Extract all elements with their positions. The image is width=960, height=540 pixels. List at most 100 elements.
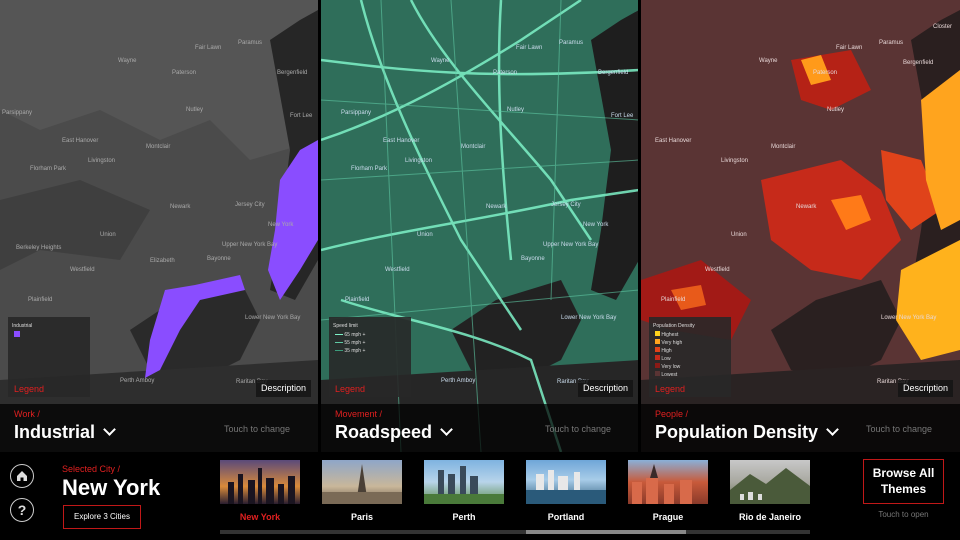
svg-text:Bayonne: Bayonne xyxy=(207,256,231,262)
theme-name[interactable]: Population Density xyxy=(655,422,839,443)
svg-text:Newark: Newark xyxy=(796,204,817,210)
theme-selector-roadspeed[interactable]: Movement / Roadspeed Touch to change xyxy=(321,404,639,452)
svg-text:Closter: Closter xyxy=(933,24,952,30)
selected-city-label: Selected City / xyxy=(62,464,121,474)
browse-all-themes-button[interactable]: Browse All Themes xyxy=(863,459,944,504)
theme-name[interactable]: Roadspeed xyxy=(335,422,453,443)
city-card-prague[interactable]: Prague xyxy=(628,460,708,522)
svg-text:Fair Lawn: Fair Lawn xyxy=(836,45,862,51)
svg-text:Newark: Newark xyxy=(170,204,191,210)
browse-hint: Touch to open xyxy=(878,510,929,519)
svg-text:Montclair: Montclair xyxy=(771,144,795,150)
svg-text:Westfield: Westfield xyxy=(70,267,95,273)
legend-title: Speed limit xyxy=(333,323,358,329)
city-thumbnail xyxy=(730,460,810,504)
description-button[interactable]: Description xyxy=(898,380,954,397)
theme-category: Movement / xyxy=(335,409,383,419)
svg-text:Union: Union xyxy=(417,232,433,238)
svg-text:Nutley: Nutley xyxy=(186,107,203,113)
chevron-down-icon xyxy=(826,423,839,436)
legend-entry: Low xyxy=(655,355,682,363)
city-card-paris[interactable]: Paris xyxy=(322,460,402,522)
legend-entry: 65 mph + xyxy=(335,331,365,339)
svg-text:Fort Lee: Fort Lee xyxy=(611,113,634,119)
svg-text:Fort Lee: Fort Lee xyxy=(290,113,313,119)
city-card-rio-de-janeiro[interactable]: Rio de Janeiro xyxy=(730,460,810,522)
map-panel-industrial[interactable]: Paramus Fair Lawn Wayne Paterson Bergenfie… xyxy=(0,0,318,452)
help-button[interactable]: ? xyxy=(10,498,34,522)
theme-category: People / xyxy=(655,409,689,419)
svg-text:Montclair: Montclair xyxy=(461,144,485,150)
description-button[interactable]: Description xyxy=(578,380,634,397)
svg-text:New York: New York xyxy=(583,222,609,228)
theme-name[interactable]: Industrial xyxy=(14,422,116,443)
legend-entry: Very high xyxy=(655,339,682,347)
svg-text:Berkeley Heights: Berkeley Heights xyxy=(16,245,61,251)
svg-text:Elizabeth: Elizabeth xyxy=(150,258,175,264)
svg-text:East Hanover: East Hanover xyxy=(655,138,691,144)
home-icon xyxy=(17,471,27,481)
svg-text:Livingston: Livingston xyxy=(88,158,115,164)
city-thumbnail xyxy=(220,460,300,504)
legend-entry: 55 mph + xyxy=(335,339,365,347)
svg-text:Union: Union xyxy=(731,232,747,238)
svg-text:Plainfield: Plainfield xyxy=(661,297,685,303)
city-card-perth[interactable]: Perth xyxy=(424,460,504,522)
svg-text:Parsippany: Parsippany xyxy=(2,110,32,116)
theme-selector-industrial[interactable]: Work / Industrial Touch to change xyxy=(0,404,318,452)
svg-text:Upper New York Bay: Upper New York Bay xyxy=(543,242,598,248)
svg-text:Lower New York Bay: Lower New York Bay xyxy=(881,315,936,321)
svg-text:Montclair: Montclair xyxy=(146,144,170,150)
description-button[interactable]: Description xyxy=(256,380,312,397)
city-card-new-york[interactable]: New York xyxy=(220,460,300,522)
svg-text:Bergenfield: Bergenfield xyxy=(903,60,933,66)
svg-text:Plainfield: Plainfield xyxy=(28,297,52,303)
theme-selector-population-density[interactable]: People / Population Density Touch to cha… xyxy=(641,404,960,452)
legend-entry: High xyxy=(655,347,682,355)
legend-entry: 35 mph + xyxy=(335,347,365,355)
bottom-bar: ? Selected City / New York Explore 3 Cit… xyxy=(0,452,960,540)
svg-text:Paramus: Paramus xyxy=(559,40,583,46)
svg-text:Paterson: Paterson xyxy=(172,70,196,76)
svg-text:Wayne: Wayne xyxy=(118,58,137,64)
svg-text:Paramus: Paramus xyxy=(879,40,903,46)
city-name: Rio de Janeiro xyxy=(738,512,801,522)
svg-text:Union: Union xyxy=(100,232,116,238)
legend-label[interactable]: Legend xyxy=(14,384,44,394)
map-panel-roadspeed[interactable]: Paramus Fair Lawn Wayne Paterson Bergenfie… xyxy=(321,0,639,452)
svg-text:Upper New York Bay: Upper New York Bay xyxy=(222,242,277,248)
city-scrollbar-thumb[interactable] xyxy=(526,530,686,534)
svg-text:Parsippany: Parsippany xyxy=(341,110,371,116)
map-panel-population-density[interactable]: Closter Paramus Fair Lawn Wayne Paterson Be… xyxy=(641,0,960,452)
legend-title: Population Density xyxy=(653,323,695,329)
legend-entry: Lowest xyxy=(655,371,682,379)
svg-text:Florham Park: Florham Park xyxy=(351,166,388,172)
svg-text:Livingston: Livingston xyxy=(721,158,748,164)
svg-text:Bergenfield: Bergenfield xyxy=(598,70,628,76)
svg-text:Jersey City: Jersey City xyxy=(551,202,581,208)
legend-label[interactable]: Legend xyxy=(335,384,365,394)
legend-entry: Highest xyxy=(655,331,682,339)
svg-text:Newark: Newark xyxy=(486,204,507,210)
city-scrollbar-track[interactable] xyxy=(220,530,810,534)
home-button[interactable] xyxy=(10,464,34,488)
svg-text:Paramus: Paramus xyxy=(238,40,262,46)
svg-text:Florham Park: Florham Park xyxy=(30,166,67,172)
touch-hint: Touch to change xyxy=(865,424,932,434)
legend-swatch xyxy=(14,331,20,337)
selected-city-name: New York xyxy=(62,475,161,500)
svg-text:Wayne: Wayne xyxy=(759,58,778,64)
svg-text:Paterson: Paterson xyxy=(493,70,517,76)
svg-text:Lower New York Bay: Lower New York Bay xyxy=(561,315,616,321)
city-card-portland[interactable]: Portland xyxy=(526,460,606,522)
touch-hint: Touch to change xyxy=(544,424,611,434)
explore-cities-button[interactable]: Explore 3 Cities xyxy=(63,505,141,529)
svg-text:Bergenfield: Bergenfield xyxy=(277,70,307,76)
legend-label[interactable]: Legend xyxy=(655,384,685,394)
city-name: Prague xyxy=(652,512,684,522)
help-icon: ? xyxy=(17,502,27,518)
chevron-down-icon xyxy=(440,423,453,436)
svg-text:East Hanover: East Hanover xyxy=(383,138,419,144)
legend-title: Industrial xyxy=(12,323,33,329)
theme-category: Work / xyxy=(14,409,40,419)
